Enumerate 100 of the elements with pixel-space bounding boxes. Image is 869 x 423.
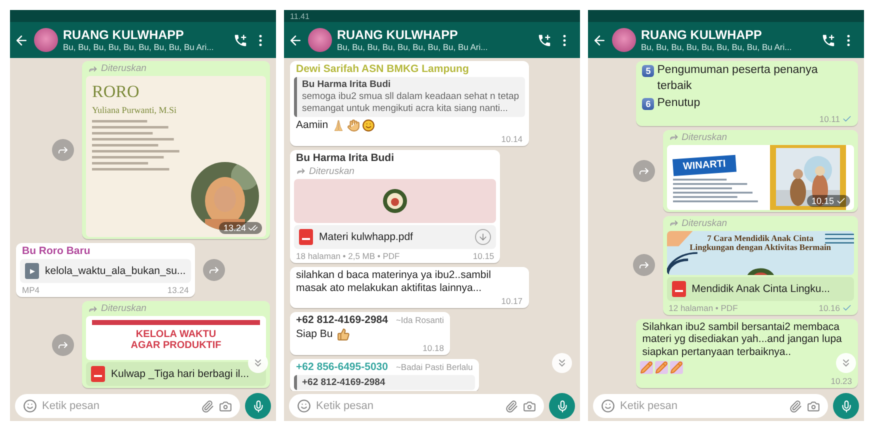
sender-pushname: ~Ida Rosanti xyxy=(396,315,444,326)
mic-button[interactable] xyxy=(245,393,271,419)
back-icon[interactable] xyxy=(14,32,29,48)
add-call-icon[interactable] xyxy=(537,32,552,48)
message-text: silahkan d baca materinya ya ibu2..sambil masak ato melakukan aktifitas lainnya... xyxy=(295,268,492,294)
file-info: 18 halaman • 2,5 MB • PDF xyxy=(296,250,400,261)
message-time: 10.15 xyxy=(472,250,494,261)
back-icon[interactable] xyxy=(592,32,607,48)
pdf-file-icon xyxy=(91,366,106,382)
video-file-icon xyxy=(25,263,39,279)
emoji-icon[interactable] xyxy=(297,399,311,413)
number-keycap: 6 xyxy=(642,98,654,110)
number-keycap: 5 xyxy=(642,65,654,77)
pencil-icon xyxy=(670,361,684,374)
message-field[interactable]: Ketik pesan xyxy=(15,394,240,418)
pdf-file-icon xyxy=(672,280,686,297)
message-text: Silahkan ibu2 sambil bersantai2 membaca materi yg disediakan yah...and jangan lupa siapkan pertanyaan terbaiknya.. xyxy=(641,320,843,359)
message-input[interactable]: Ketik pesan xyxy=(620,400,784,412)
mic-button[interactable] xyxy=(833,393,859,419)
camera-icon[interactable] xyxy=(219,400,232,412)
forwarded-label: Diteruskan xyxy=(682,218,728,229)
sender-name: +62 856-6495-5030 xyxy=(296,361,388,374)
message-input[interactable]: Ketik pesan xyxy=(316,400,500,412)
forward-button[interactable] xyxy=(52,139,74,161)
camera-icon[interactable] xyxy=(523,400,536,412)
attach-icon[interactable] xyxy=(505,400,518,412)
group-title: RUANG KULWHAPP xyxy=(337,28,459,42)
message-text: Pengumuman peserta penanya terbaik xyxy=(657,63,819,94)
file-attachment[interactable]: Kulwap _Tiga hari berbagi il... xyxy=(86,362,266,386)
forwarded-icon xyxy=(296,166,306,176)
forwarded-label: Diteruskan xyxy=(309,166,354,177)
file-attachment[interactable]: Materi kulwhapp.pdf xyxy=(294,224,496,249)
message-time: 10.14 xyxy=(501,134,523,144)
group-title: RUANG KULWHAPP xyxy=(63,28,185,42)
mic-icon xyxy=(556,400,568,412)
group-avatar xyxy=(34,28,58,52)
sender-name: +62 812-4169-2984 xyxy=(296,314,388,326)
message-text: Aamiin xyxy=(295,118,330,132)
emoji-icon[interactable] xyxy=(601,399,615,413)
tick-icon xyxy=(842,302,852,313)
message-text: Penutup xyxy=(657,96,700,112)
scroll-down-button[interactable] xyxy=(552,353,572,373)
forward-button[interactable] xyxy=(52,334,74,356)
pencil-icon xyxy=(655,361,668,374)
message-input[interactable]: Ketik pesan xyxy=(42,400,196,412)
attach-icon[interactable] xyxy=(789,400,802,412)
quote-author: +62 812-4169-2984 xyxy=(302,377,386,388)
forward-button[interactable] xyxy=(202,259,225,281)
message-time: 13.24 xyxy=(167,285,189,295)
group-title: RUANG KULWHAPP xyxy=(641,28,763,42)
group-members: Bu, Bu, Bu, Bu, Bu, Bu, Bu, Bu, Bu Ari... xyxy=(337,42,489,52)
download-icon xyxy=(478,232,488,242)
message-time: 10.17 xyxy=(501,296,523,306)
document-title: 7 Cara Mendidik Anak Cinta Lingkungan dengan Aktivitas Bermain xyxy=(688,234,832,254)
file-info: 12 halaman • PDF xyxy=(668,302,738,313)
message-time: 10.23 xyxy=(830,376,852,386)
attach-icon[interactable] xyxy=(201,400,214,412)
sender-name: Dewi Sarifah ASN BMKG Lampung xyxy=(296,63,469,75)
forwarded-icon xyxy=(668,218,679,228)
sender-name: Bu Roro Baru xyxy=(22,245,90,257)
name-ribbon: WINARTI xyxy=(672,154,736,176)
message-time: 10.16 xyxy=(818,302,840,313)
smiley-icon xyxy=(362,118,376,132)
document-title: KELOLA WAKTU AGAR PRODUKTIF xyxy=(130,329,222,351)
camera-icon[interactable] xyxy=(807,400,820,412)
forwarded-icon xyxy=(88,304,98,314)
file-attachment[interactable]: kelola_waktu_ala_bukan_su... xyxy=(20,259,191,283)
mic-icon xyxy=(840,400,852,412)
forward-icon xyxy=(638,259,650,272)
emblem-icon xyxy=(382,188,408,214)
tick-icon xyxy=(842,114,852,124)
forwarded-icon xyxy=(668,132,679,142)
forwarded-label: Diteruskan xyxy=(101,303,146,314)
message-time: 10.15 xyxy=(811,196,834,206)
forward-button[interactable] xyxy=(632,160,655,182)
message-time: 10.11 xyxy=(819,114,840,124)
mic-icon xyxy=(252,400,264,412)
back-icon[interactable] xyxy=(288,32,303,48)
add-call-icon[interactable] xyxy=(821,32,836,48)
chevrons-down-icon xyxy=(840,357,852,369)
thumbs-up-icon xyxy=(336,328,350,342)
sender-name: Bu Harma Irita Budi xyxy=(296,152,394,164)
message-text: Siap Bu xyxy=(295,328,334,342)
message-time: 13.24 xyxy=(223,223,246,233)
download-button[interactable] xyxy=(475,228,492,245)
forwarded-label: Diteruskan xyxy=(101,63,146,74)
group-members: Bu, Bu, Bu, Bu, Bu, Bu, Bu, Bu, Bu Ari... xyxy=(63,42,215,52)
chevrons-down-icon xyxy=(252,357,264,369)
card-subtitle: Yuliana Purwanti, M.Si xyxy=(92,105,177,115)
sender-pushname: ~Badai Pasti Berlalu xyxy=(396,362,473,372)
add-call-icon[interactable] xyxy=(233,32,248,48)
emoji-icon[interactable] xyxy=(23,399,37,413)
message-field[interactable]: Ketik pesan xyxy=(289,394,544,418)
mic-button[interactable] xyxy=(549,393,575,419)
message-field[interactable]: Ketik pesan xyxy=(593,394,828,418)
message-time: 10.18 xyxy=(422,343,444,354)
forwarded-label: Diteruskan xyxy=(682,132,728,143)
forward-icon xyxy=(57,144,70,156)
forward-button[interactable] xyxy=(632,254,655,276)
file-attachment[interactable]: Mendidik Anak Cinta Lingku... xyxy=(666,276,854,301)
